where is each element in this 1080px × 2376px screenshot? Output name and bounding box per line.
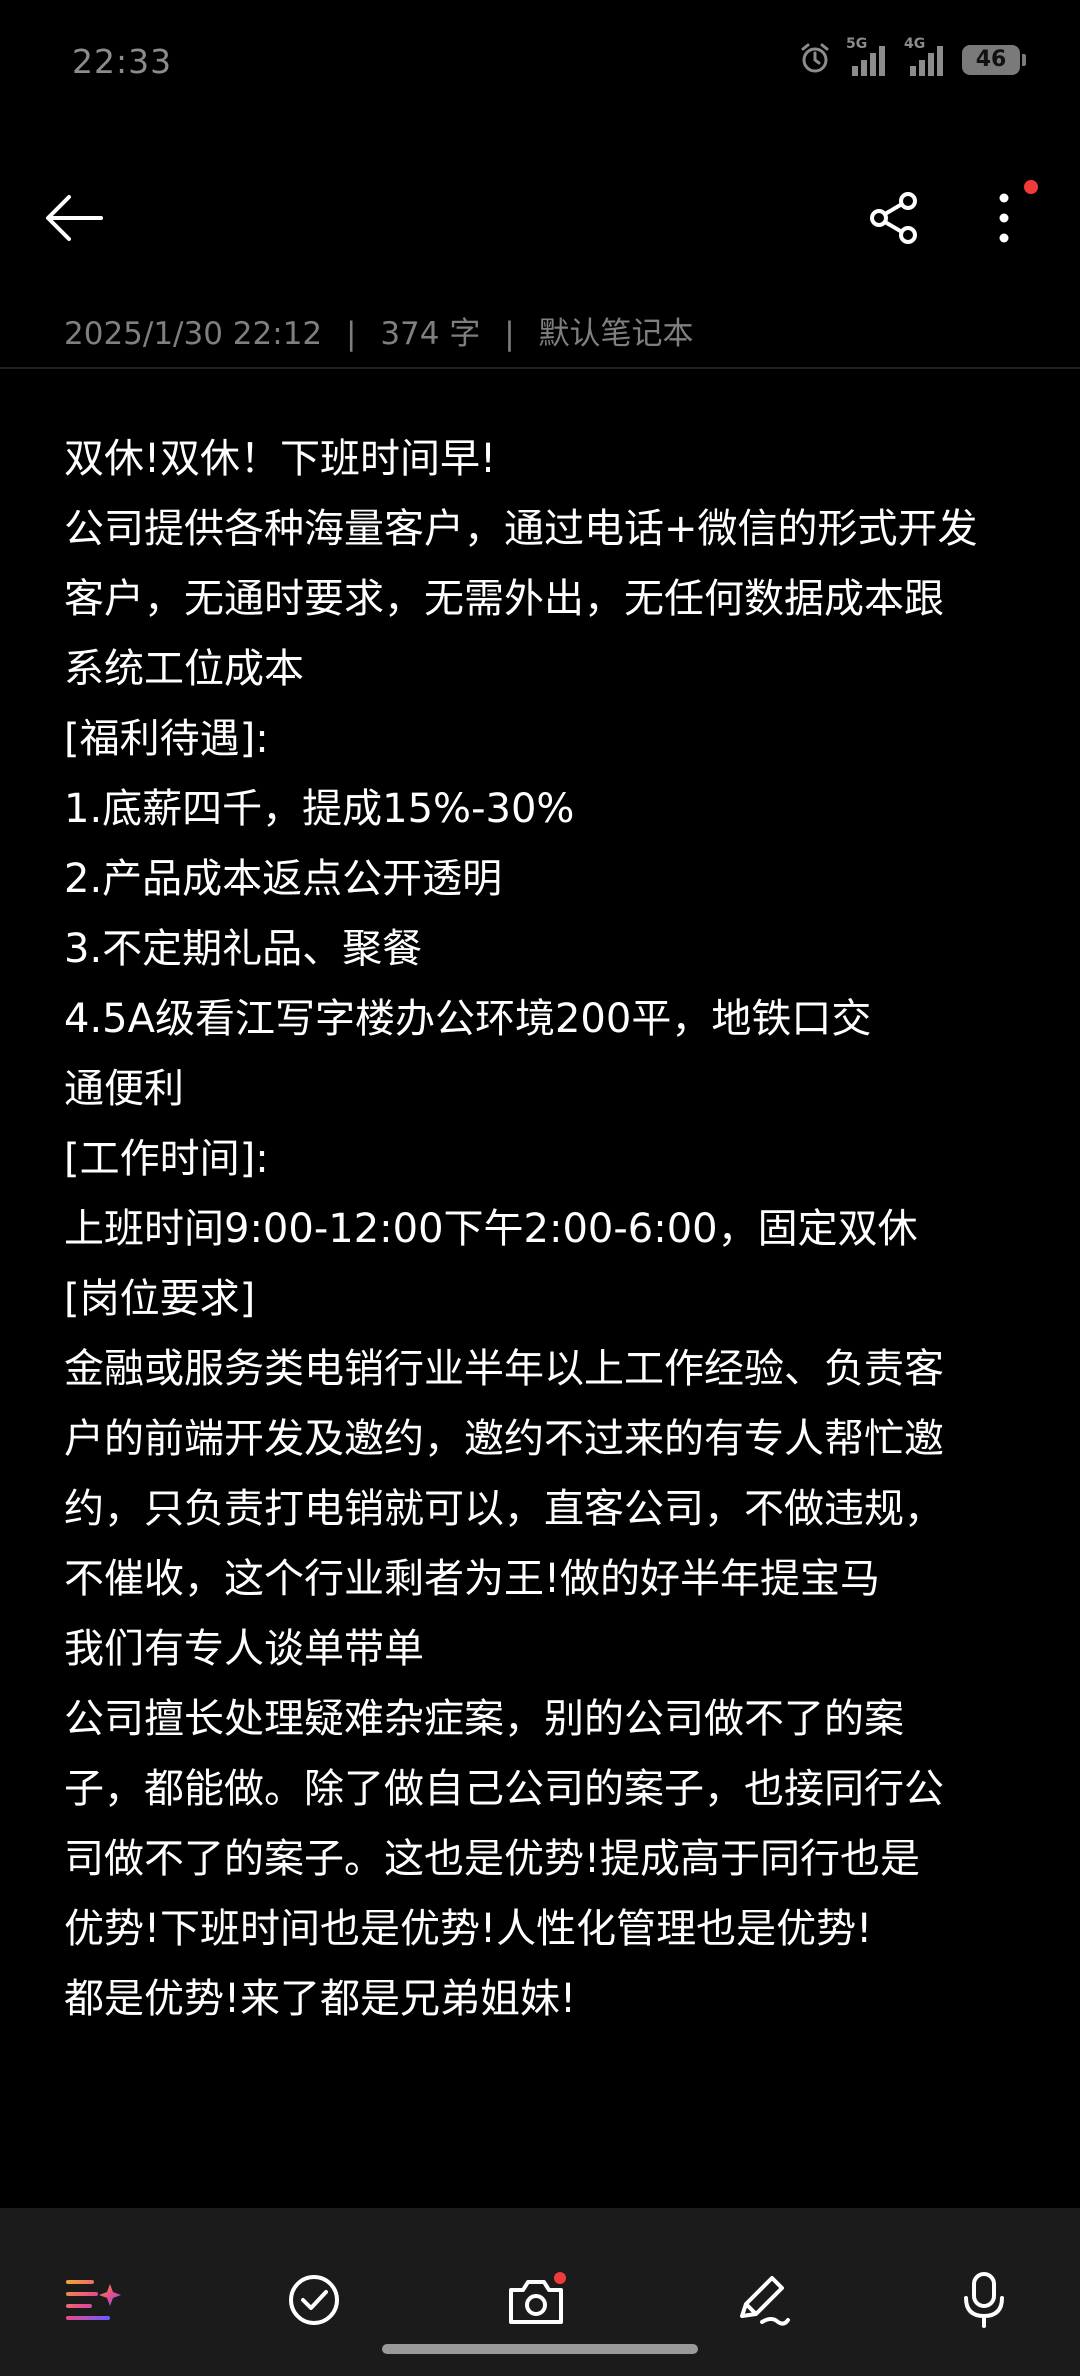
note-line: 双休!双休！下班时间早! — [64, 436, 497, 482]
note-line: 公司提供各种海量客户，通过电话+微信的形式开发 — [64, 506, 978, 552]
note-line: 1.底薪四千，提成15%-30% — [64, 786, 575, 832]
note-word-count: 374 字 — [380, 316, 481, 352]
top-toolbar — [0, 160, 1080, 270]
more-vertical-icon — [999, 193, 1009, 243]
note-line: 不催收，这个行业剩者为王!做的好半年提宝马 — [64, 1556, 881, 1602]
status-time: 22:33 — [72, 42, 173, 81]
notebook-name[interactable]: 默认笔记本 — [539, 316, 694, 352]
back-arrow-icon — [46, 195, 103, 241]
note-line: 上班时间9:00-12:00下午2:00-6:00，固定双休 — [64, 1206, 918, 1252]
signal-5g-icon: 5G — [846, 36, 890, 78]
share-button[interactable] — [856, 180, 932, 256]
note-line: 公司擅长处理疑难杂症案，别的公司做不了的案 — [64, 1696, 904, 1742]
note-line: 通便利 — [64, 1066, 184, 1112]
ai-format-button[interactable] — [54, 2260, 134, 2340]
meta-separator: | — [504, 316, 515, 352]
note-line: 优势!下班时间也是优势!人性化管理也是优势! — [64, 1906, 873, 1952]
note-body[interactable]: 双休!双休！下班时间早! 公司提供各种海量客户，通过电话+微信的形式开发 客户，无通… — [64, 424, 1024, 2034]
header-divider — [0, 367, 1080, 369]
notification-dot — [1024, 180, 1038, 194]
more-options-button[interactable] — [966, 180, 1042, 256]
note-line: 4.5A级看江写字楼办公环境200平，地铁口交 — [64, 996, 872, 1042]
camera-button[interactable] — [496, 2260, 576, 2340]
note-line: [岗位要求] — [64, 1276, 256, 1322]
voice-input-button[interactable] — [944, 2260, 1024, 2340]
home-indicator[interactable] — [382, 2344, 698, 2354]
status-icons: 5G 4G 46 — [798, 36, 1026, 80]
note-line: 2.产品成本返点公开透明 — [64, 856, 503, 902]
note-line: 系统工位成本 — [64, 646, 304, 692]
checklist-button[interactable] — [274, 2260, 354, 2340]
note-line: [工作时间]: — [64, 1136, 269, 1182]
back-button[interactable] — [36, 180, 112, 256]
handwriting-button[interactable] — [722, 2260, 802, 2340]
meta-separator: | — [346, 316, 357, 352]
checklist-icon — [289, 2275, 339, 2325]
ai-format-icon — [66, 2280, 121, 2320]
camera-icon — [509, 2272, 566, 2324]
battery-icon: 46 — [962, 45, 1026, 75]
alarm-icon — [798, 41, 832, 79]
note-line: 我们有专人谈单带单 — [64, 1626, 424, 1672]
note-line: 客户，无通时要求，无需外出，无任何数据成本跟 — [64, 576, 944, 622]
note-line: 3.不定期礼品、聚餐 — [64, 926, 423, 972]
pen-icon — [740, 2276, 790, 2326]
share-icon — [870, 192, 917, 244]
signal-4g-icon: 4G — [904, 36, 948, 78]
status-bar: 22:33 5G 4G 46 — [0, 0, 1080, 130]
note-line: 子，都能做。除了做自己公司的案子，也接同行公 — [64, 1766, 944, 1812]
note-line: 约，只负责打电销就可以，直客公司，不做违规， — [64, 1486, 944, 1532]
note-line: 都是优势!来了都是兄弟姐妹! — [64, 1976, 577, 2022]
note-line: [福利待遇]: — [64, 716, 269, 762]
note-date: 2025/1/30 22:12 — [64, 316, 323, 352]
microphone-icon — [964, 2272, 1004, 2328]
note-line: 金融或服务类电销行业半年以上工作经验、负责客 — [64, 1346, 944, 1392]
note-line: 司做不了的案子。这也是优势!提成高于同行也是 — [64, 1836, 921, 1882]
note-meta: 2025/1/30 22:12 | 374 字 | 默认笔记本 — [64, 308, 694, 353]
note-line: 户的前端开发及邀约，邀约不过来的有专人帮忙邀 — [64, 1416, 944, 1462]
